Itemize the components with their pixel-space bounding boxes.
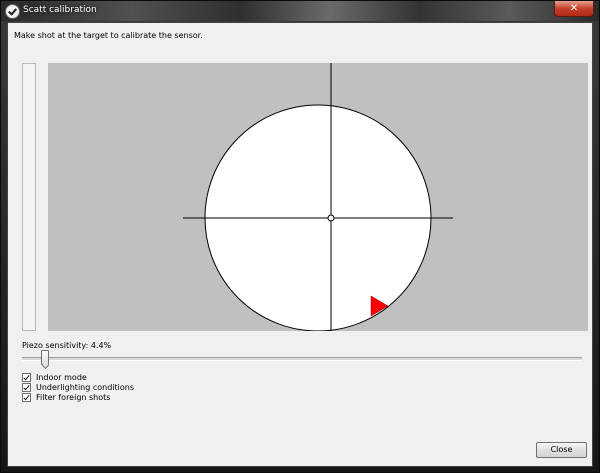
window-close-button[interactable]: ✕ — [554, 1, 594, 17]
crosshair-center — [327, 214, 335, 222]
sensitivity-slider-track[interactable] — [22, 357, 582, 361]
title-bar[interactable]: Scatt calibration ✕ — [1, 1, 599, 21]
indoor-mode-label: Indoor mode — [36, 373, 87, 382]
close-button[interactable]: Close — [536, 442, 587, 458]
sensitivity-label: Piezo sensitivity: 4.4% — [22, 341, 112, 350]
calibration-window: Scatt calibration ✕ Make shot at the tar… — [0, 0, 600, 473]
sensitivity-slider-thumb[interactable] — [41, 350, 49, 365]
indoor-mode-checkbox[interactable] — [22, 373, 31, 382]
target-canvas — [183, 63, 453, 332]
underlighting-label: Underlighting conditions — [36, 383, 135, 392]
dialog-content: Make shot at the target to calibrate the… — [7, 22, 593, 467]
underlighting-checkbox[interactable] — [22, 383, 31, 392]
filter-foreign-label: Filter foreign shots — [36, 393, 111, 402]
signal-level-bar — [22, 63, 36, 331]
window-title: Scatt calibration — [23, 5, 97, 15]
scatt-check-icon — [5, 4, 20, 19]
filter-foreign-checkbox[interactable] — [22, 393, 31, 402]
option-filter-foreign[interactable]: Filter foreign shots — [22, 392, 110, 403]
instruction-text: Make shot at the target to calibrate the… — [14, 31, 203, 40]
target-area[interactable] — [48, 63, 588, 332]
